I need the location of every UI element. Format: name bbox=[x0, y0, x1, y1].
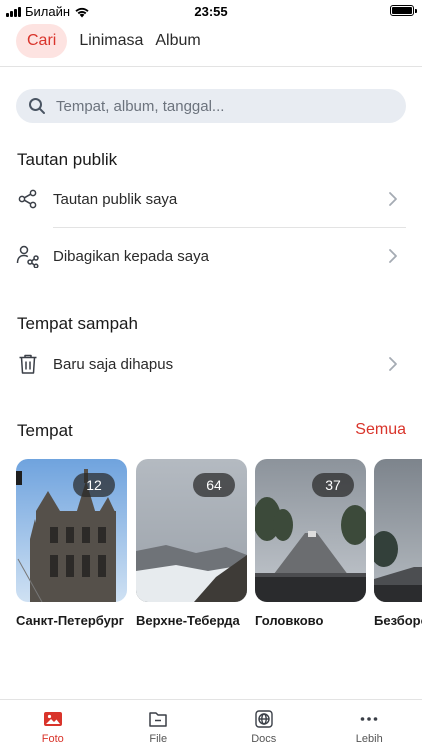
photo-count-badge: 64 bbox=[193, 473, 235, 497]
place-name: Верхне-Теберда bbox=[136, 613, 240, 628]
nav-files[interactable]: File bbox=[106, 700, 212, 750]
photo-count-badge: 12 bbox=[73, 473, 115, 497]
public-links-title: Tautan publik bbox=[17, 150, 118, 169]
status-bar: Билайн 23:55 bbox=[0, 0, 422, 22]
trash-title: Tempat sampah bbox=[17, 314, 138, 333]
place-name: Головково bbox=[255, 613, 324, 628]
more-icon bbox=[360, 717, 378, 721]
nav-label: Lebih bbox=[355, 733, 383, 745]
place-thumbnail: 12 bbox=[16, 459, 127, 602]
folder-icon bbox=[149, 712, 167, 727]
chevron-right-icon bbox=[389, 357, 397, 371]
tabs-divider bbox=[0, 66, 422, 67]
place-thumbnail bbox=[374, 459, 422, 602]
trash-icon bbox=[16, 352, 40, 376]
tab-search[interactable]: Cari bbox=[16, 24, 68, 58]
nav-label: Docs bbox=[251, 733, 277, 745]
place-thumbnail: 37 bbox=[255, 459, 366, 602]
share-icon bbox=[16, 187, 40, 211]
top-tabs: Cari Linimasa Album bbox=[16, 24, 201, 58]
nav-more[interactable]: Lebih bbox=[317, 700, 422, 750]
photo-icon bbox=[43, 712, 62, 726]
places-title: Tempat bbox=[17, 421, 73, 440]
row-label: Baru saja dihapus bbox=[53, 355, 174, 373]
place-card[interactable]: 37 Головково bbox=[255, 459, 366, 628]
shared-with-me-icon bbox=[16, 244, 40, 268]
nav-photos[interactable]: Foto bbox=[0, 700, 106, 750]
photo-count-badge: 37 bbox=[312, 473, 354, 497]
tab-album[interactable]: Album bbox=[155, 24, 200, 58]
chevron-right-icon bbox=[389, 249, 397, 263]
place-card[interactable]: 64 Верхне-Теберда bbox=[136, 459, 247, 628]
clock: 23:55 bbox=[194, 4, 228, 19]
place-card[interactable]: 12 Санкт-Петербург bbox=[16, 459, 127, 628]
docs-icon bbox=[255, 710, 273, 728]
place-card[interactable]: Безборово bbox=[374, 459, 422, 628]
row-divider bbox=[53, 227, 406, 228]
place-name: Санкт-Петербург bbox=[16, 613, 125, 628]
nav-label: File bbox=[149, 733, 168, 745]
search-input[interactable] bbox=[56, 97, 376, 115]
nav-label: Foto bbox=[41, 733, 64, 745]
places-carousel[interactable]: 12 Санкт-Петербург 64 Верхне-Теберда 37 … bbox=[16, 459, 422, 629]
chevron-right-icon bbox=[389, 192, 397, 206]
search-bar[interactable] bbox=[16, 89, 406, 123]
battery-icon bbox=[390, 5, 417, 16]
search-icon bbox=[29, 98, 45, 114]
row-recently-deleted[interactable]: Baru saja dihapus bbox=[16, 344, 406, 384]
row-label: Tautan publik saya bbox=[53, 190, 178, 208]
bottom-navigation: Foto File Docs Lebih bbox=[0, 699, 422, 750]
place-thumbnail: 64 bbox=[136, 459, 247, 602]
row-label: Dibagikan kepada saya bbox=[53, 247, 209, 265]
nav-docs[interactable]: Docs bbox=[211, 700, 317, 750]
see-all-link[interactable]: Semua bbox=[355, 421, 406, 439]
place-name: Безборово bbox=[374, 613, 422, 628]
tab-timeline[interactable]: Linimasa bbox=[79, 24, 143, 58]
row-shared-with-me[interactable]: Dibagikan kepada saya bbox=[16, 236, 406, 276]
row-my-public-links[interactable]: Tautan publik saya bbox=[16, 179, 406, 219]
